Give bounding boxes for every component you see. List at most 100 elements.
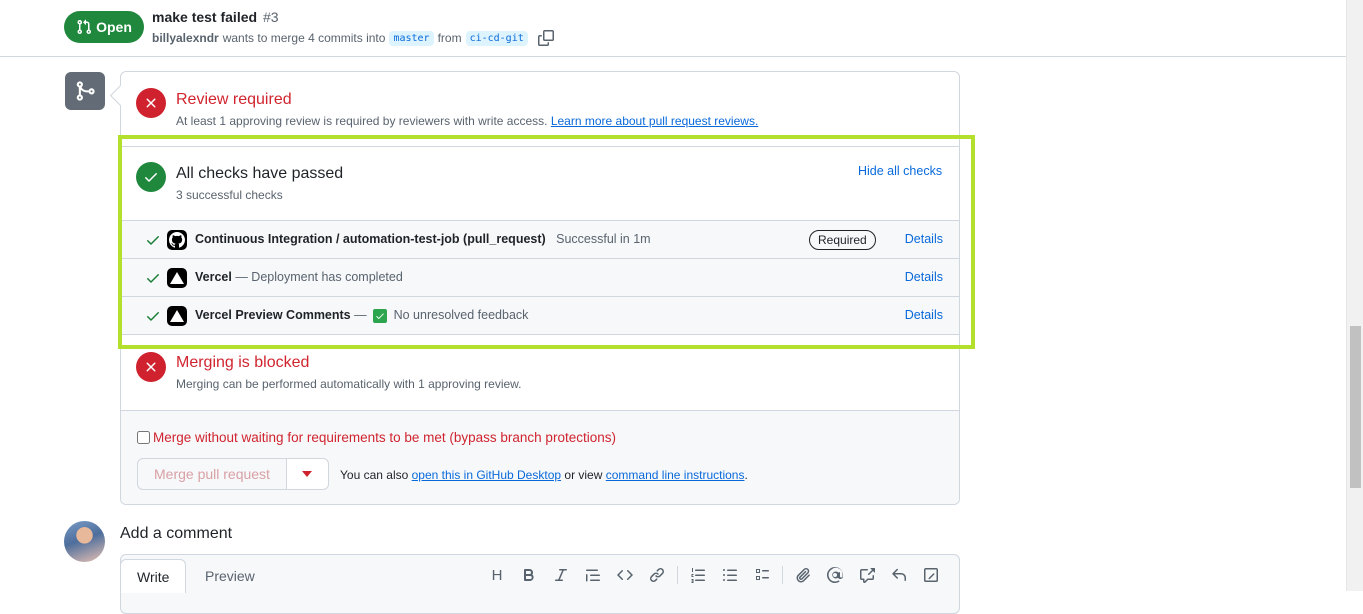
merging-blocked-subtitle: Merging can be performed automatically w… [176, 377, 522, 391]
merging-blocked-status [136, 352, 166, 382]
unordered-list-icon [723, 569, 737, 581]
cross-reference-icon [860, 568, 875, 583]
check-text: Vercel — Deployment has completed [195, 270, 403, 284]
review-required-title: Review required [176, 91, 292, 108]
pr-sticky-header: Open make test failed #3 billyalexndr wa… [0, 0, 1346, 57]
pr-author-link[interactable]: billyalexndr [152, 31, 219, 45]
also-prefix: You can also [340, 468, 409, 482]
review-required-status [136, 88, 166, 118]
bypass-checkbox-label[interactable]: Merge without waiting for requirements t… [137, 430, 616, 445]
open-in-desktop-link[interactable]: open this in GitHub Desktop [412, 468, 561, 482]
tab-preview[interactable]: Preview [189, 559, 271, 593]
section-divider [121, 146, 959, 147]
checks-passed-status [136, 162, 166, 192]
toolbar-divider [782, 566, 783, 584]
check-status: No unresolved feedback [393, 308, 529, 322]
merge-pull-request-button[interactable]: Merge pull request [137, 458, 287, 490]
checks-passed-title: All checks have passed [176, 165, 344, 182]
period: . [744, 468, 748, 482]
merge-also-text: You can also open this in GitHub Desktop… [340, 468, 748, 482]
vercel-icon [167, 306, 187, 326]
check-text: Continuous Integration / automation-test… [195, 232, 651, 246]
comment-editor: Write Preview H [120, 554, 960, 614]
page-scrollbar[interactable] [1346, 0, 1363, 591]
check-status: Successful in 1m [556, 232, 651, 246]
copy-icon[interactable] [537, 30, 554, 46]
checkmark-emoji-icon [373, 309, 388, 323]
toolbar-divider [677, 566, 678, 584]
pr-title: make test failed #3 [152, 9, 279, 25]
check-name: Continuous Integration / automation-test… [195, 232, 546, 246]
italic-button[interactable] [545, 564, 577, 586]
bypass-checkbox[interactable] [137, 431, 150, 444]
check-details-link[interactable]: Details [905, 308, 943, 322]
reply-button[interactable] [883, 564, 915, 586]
merge-method-dropdown[interactable] [286, 458, 329, 490]
slash-command-button[interactable] [915, 564, 947, 586]
bold-button[interactable] [513, 564, 545, 586]
merge-actions: Merge without waiting for requirements t… [121, 410, 959, 504]
check-details-link[interactable]: Details [905, 232, 943, 246]
pr-number: #3 [262, 9, 279, 25]
heading-button[interactable]: H [481, 564, 513, 586]
github-icon [167, 230, 187, 250]
check-icon [147, 236, 159, 245]
mention-button[interactable] [819, 564, 851, 586]
bypass-label-text: Merge without waiting for requirements t… [153, 430, 616, 445]
check-row: Continuous Integration / automation-test… [121, 220, 959, 258]
merge-box: Review required At least 1 approving rev… [120, 71, 960, 505]
head-branch-label[interactable]: ci-cd-git [465, 30, 528, 46]
vercel-icon [167, 268, 187, 288]
learn-more-reviews-link[interactable]: Learn more about pull request reviews. [551, 114, 758, 128]
check-icon [147, 312, 159, 321]
attach-button[interactable] [787, 564, 819, 586]
x-icon [146, 98, 156, 108]
cross-reference-button[interactable] [851, 564, 883, 586]
check-name: Vercel [195, 270, 232, 284]
heading-icon: H [491, 566, 503, 584]
paperclip-icon [796, 568, 810, 583]
ordered-list-icon [691, 568, 705, 583]
check-icon [145, 173, 157, 182]
check-row: Vercel Preview Comments — No unresolved … [121, 296, 959, 334]
check-row: Vercel — Deployment has completed Detail… [121, 258, 959, 296]
link-button[interactable] [641, 564, 673, 586]
unordered-list-button[interactable] [714, 564, 746, 586]
check-name: Vercel Preview Comments [195, 308, 351, 322]
pr-state-badge: Open [64, 11, 144, 43]
review-required-text: At least 1 approving review is required … [176, 114, 548, 128]
checks-passed-subtitle: 3 successful checks [176, 188, 283, 202]
bold-icon [524, 569, 534, 581]
hide-all-checks-button[interactable]: Hide all checks [858, 164, 942, 178]
command-line-instructions-link[interactable]: command line instructions [606, 468, 745, 482]
add-comment-title: Add a comment [120, 525, 233, 542]
pr-state-label: Open [96, 19, 132, 35]
base-branch-label[interactable]: master [389, 30, 434, 46]
merge-box-icon [65, 72, 105, 110]
git-pull-request-icon [77, 19, 92, 35]
italic-icon [555, 569, 567, 581]
check-status-prefix: — [354, 308, 367, 322]
pr-meta-text: wants to merge 4 commits into [222, 31, 386, 45]
task-list-icon [756, 569, 769, 580]
merging-blocked-title: Merging is blocked [176, 354, 310, 371]
check-details-link[interactable]: Details [905, 270, 943, 284]
or-view-text: or view [564, 468, 603, 482]
scrollbar-thumb[interactable] [1350, 326, 1361, 488]
user-avatar[interactable] [64, 521, 105, 562]
review-required-subtitle: At least 1 approving review is required … [176, 114, 758, 128]
quote-icon [586, 569, 600, 582]
code-icon [617, 569, 633, 581]
link-icon [649, 567, 665, 583]
code-button[interactable] [609, 564, 641, 586]
markdown-toolbar: H [481, 564, 947, 586]
quote-button[interactable] [577, 564, 609, 586]
reply-icon [892, 568, 906, 581]
tab-write[interactable]: Write [120, 559, 187, 593]
slash-icon [924, 568, 938, 582]
check-status: — Deployment has completed [235, 270, 403, 284]
ordered-list-button[interactable] [682, 564, 714, 586]
pr-meta: billyalexndr wants to merge 4 commits in… [152, 30, 554, 46]
pr-title-text: make test failed [152, 9, 258, 25]
task-list-button[interactable] [746, 564, 778, 586]
